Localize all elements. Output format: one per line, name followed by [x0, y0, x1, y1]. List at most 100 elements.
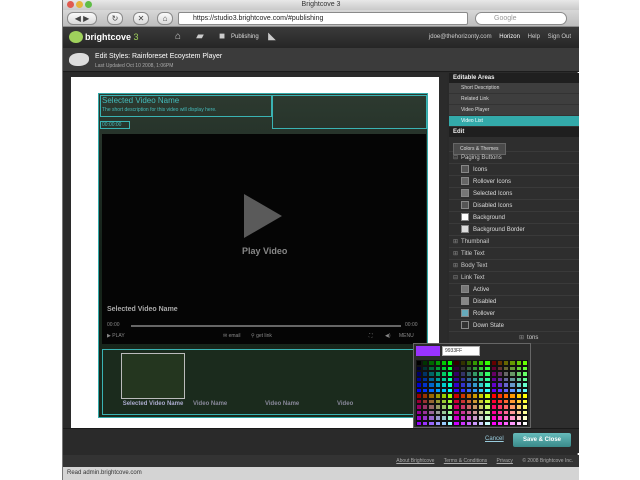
get-link-text: get link [256, 333, 272, 339]
selected-color-preview [416, 346, 440, 356]
thumbnail-group[interactable]: Thumbnail [449, 236, 579, 248]
color-swatch-grid[interactable] [416, 360, 528, 426]
player-preview: Selected Video Name The short descriptio… [98, 93, 428, 418]
get-link-button[interactable]: ⚲ get link [251, 333, 272, 339]
color-option[interactable]: Icons [449, 164, 579, 176]
color-swatch[interactable] [461, 189, 469, 198]
privacy-link[interactable]: Privacy [497, 458, 513, 464]
time-start: 00:00 [107, 322, 120, 328]
publishing-nav-icon[interactable]: ■ [215, 31, 229, 43]
color-swatch[interactable] [461, 297, 469, 306]
option-label: Disabled [473, 299, 497, 305]
hex-input[interactable]: 9933FF [442, 346, 480, 356]
url-field[interactable]: https://studio3.brightcove.com/#publishi… [178, 12, 468, 25]
app-logo: brightcove 3 [85, 32, 139, 42]
preview-canvas: Selected Video Name The short descriptio… [71, 77, 439, 432]
color-option[interactable]: Rollover Icons [449, 176, 579, 188]
option-label: Rollover [473, 311, 496, 317]
stop-icon[interactable]: ✕ [133, 12, 149, 25]
account-link[interactable]: Horizon [499, 34, 520, 40]
color-option[interactable]: Selected Icons [449, 188, 579, 200]
url-text: https://studio3.brightcove.com/#publishi… [193, 15, 324, 22]
option-label: Active [473, 287, 490, 293]
home-icon[interactable]: ⌂ [157, 12, 173, 25]
short-description: The short description for this video wil… [102, 107, 217, 113]
share-nav-icon[interactable]: ◣ [265, 31, 279, 43]
editable-item[interactable]: Related Link [449, 94, 579, 105]
color-option[interactable]: Disabled Icons [449, 200, 579, 212]
color-option[interactable]: Background [449, 212, 579, 224]
option-label: Icons [473, 167, 488, 173]
color-swatch[interactable] [461, 285, 469, 294]
help-link[interactable]: Help [528, 34, 540, 40]
color-swatch[interactable] [461, 213, 469, 222]
option-label: Down State [473, 323, 505, 329]
play-text: PLAY [112, 333, 125, 339]
thumbnail-selected[interactable] [121, 353, 185, 399]
menu-button[interactable]: MENU [399, 333, 414, 339]
search-input[interactable]: Google [475, 12, 567, 25]
palette-icon [69, 53, 89, 66]
footer-links: About Brightcove Terms & Conditions Priv… [63, 455, 579, 467]
color-cell[interactable] [521, 420, 528, 426]
color-option[interactable]: Background Border [449, 224, 579, 236]
browser-window: Brightcove 3 ◀ ▶ ↻ ✕ ⌂ https://studio3.b… [62, 0, 579, 480]
video-duration[interactable]: 00:00:00 [100, 121, 130, 129]
cancel-link[interactable]: Cancel [485, 436, 504, 442]
back-forward-buttons[interactable]: ◀ ▶ [67, 12, 97, 25]
scrub-bar[interactable] [131, 325, 401, 327]
sign-out-link[interactable]: Sign Out [548, 34, 571, 40]
color-picker-popup[interactable]: 9933FF [413, 343, 531, 428]
home-nav-icon[interactable]: ⌂ [171, 31, 185, 43]
video-list[interactable]: Selected Video Name Video Name Video Nam… [102, 349, 426, 415]
color-swatch[interactable] [461, 165, 469, 174]
editable-item[interactable]: Video Player [449, 105, 579, 116]
color-swatch[interactable] [461, 321, 469, 330]
status-bar: Read admin.brightcove.com [63, 467, 579, 480]
color-option[interactable]: Active [449, 284, 579, 296]
editable-item-selected[interactable]: Video List [449, 116, 579, 127]
logo-word: brightcove [85, 32, 132, 42]
video-player[interactable]: Play Video Selected Video Name 00:00 00:… [102, 134, 426, 344]
color-swatch[interactable] [461, 177, 469, 186]
email-button[interactable]: ✉ email [223, 333, 241, 339]
publishing-nav-label[interactable]: Publishing [231, 34, 259, 40]
link-text-group[interactable]: Link Text [449, 272, 579, 284]
play-icon[interactable] [244, 194, 282, 238]
window-title: Brightcove 3 [301, 1, 341, 8]
tab-strip: Colors & Themes [449, 137, 579, 155]
option-label: Background [473, 215, 506, 221]
user-email: jdoe@thehorizonty.com [428, 34, 492, 40]
color-option[interactable]: Rollover [449, 308, 579, 320]
play-button[interactable]: ▶ PLAY [107, 333, 125, 339]
color-swatch[interactable] [461, 201, 469, 210]
title-bar: Brightcove 3 [63, 0, 579, 10]
title-text-group[interactable]: Title Text [449, 248, 579, 260]
edit-title: Edit Styles: Rainforeset Ecoystem Player [95, 53, 223, 60]
reload-icon[interactable]: ↻ [107, 12, 123, 25]
fullscreen-icon[interactable]: ⛶ [369, 333, 373, 339]
option-label: Rollover Icons [473, 179, 512, 185]
save-close-button[interactable]: Save & Close [513, 433, 571, 447]
terms-link[interactable]: Terms & Conditions [444, 458, 487, 464]
related-selection[interactable] [272, 95, 427, 129]
volume-icon[interactable]: ◀) [385, 333, 391, 339]
thumb-label: Video Name [193, 401, 228, 407]
about-link[interactable]: About Brightcove [396, 458, 434, 464]
option-label: Background Border [473, 227, 525, 233]
folder-nav-icon[interactable]: ▰ [193, 31, 207, 43]
brightcove-logo-icon [69, 31, 83, 43]
color-option[interactable]: Disabled [449, 296, 579, 308]
play-video-label[interactable]: Play Video [242, 246, 287, 256]
thumb-label: Selected Video Name [122, 401, 184, 407]
color-swatch[interactable] [461, 225, 469, 234]
paging-buttons-group[interactable]: Paging Buttons [449, 152, 579, 164]
color-option[interactable]: Down State [449, 320, 579, 332]
player-controls: 00:00 00:00 ▶ PLAY ✉ email ⚲ get link ⛶ … [105, 322, 423, 342]
video-name-overlay: Selected Video Name [107, 306, 178, 313]
editable-item[interactable]: Short Description [449, 83, 579, 94]
body-text-group[interactable]: Body Text [449, 260, 579, 272]
color-swatch[interactable] [461, 309, 469, 318]
top-links: jdoe@thehorizonty.com Horizon Help Sign … [423, 34, 571, 40]
email-text: email [228, 333, 241, 339]
